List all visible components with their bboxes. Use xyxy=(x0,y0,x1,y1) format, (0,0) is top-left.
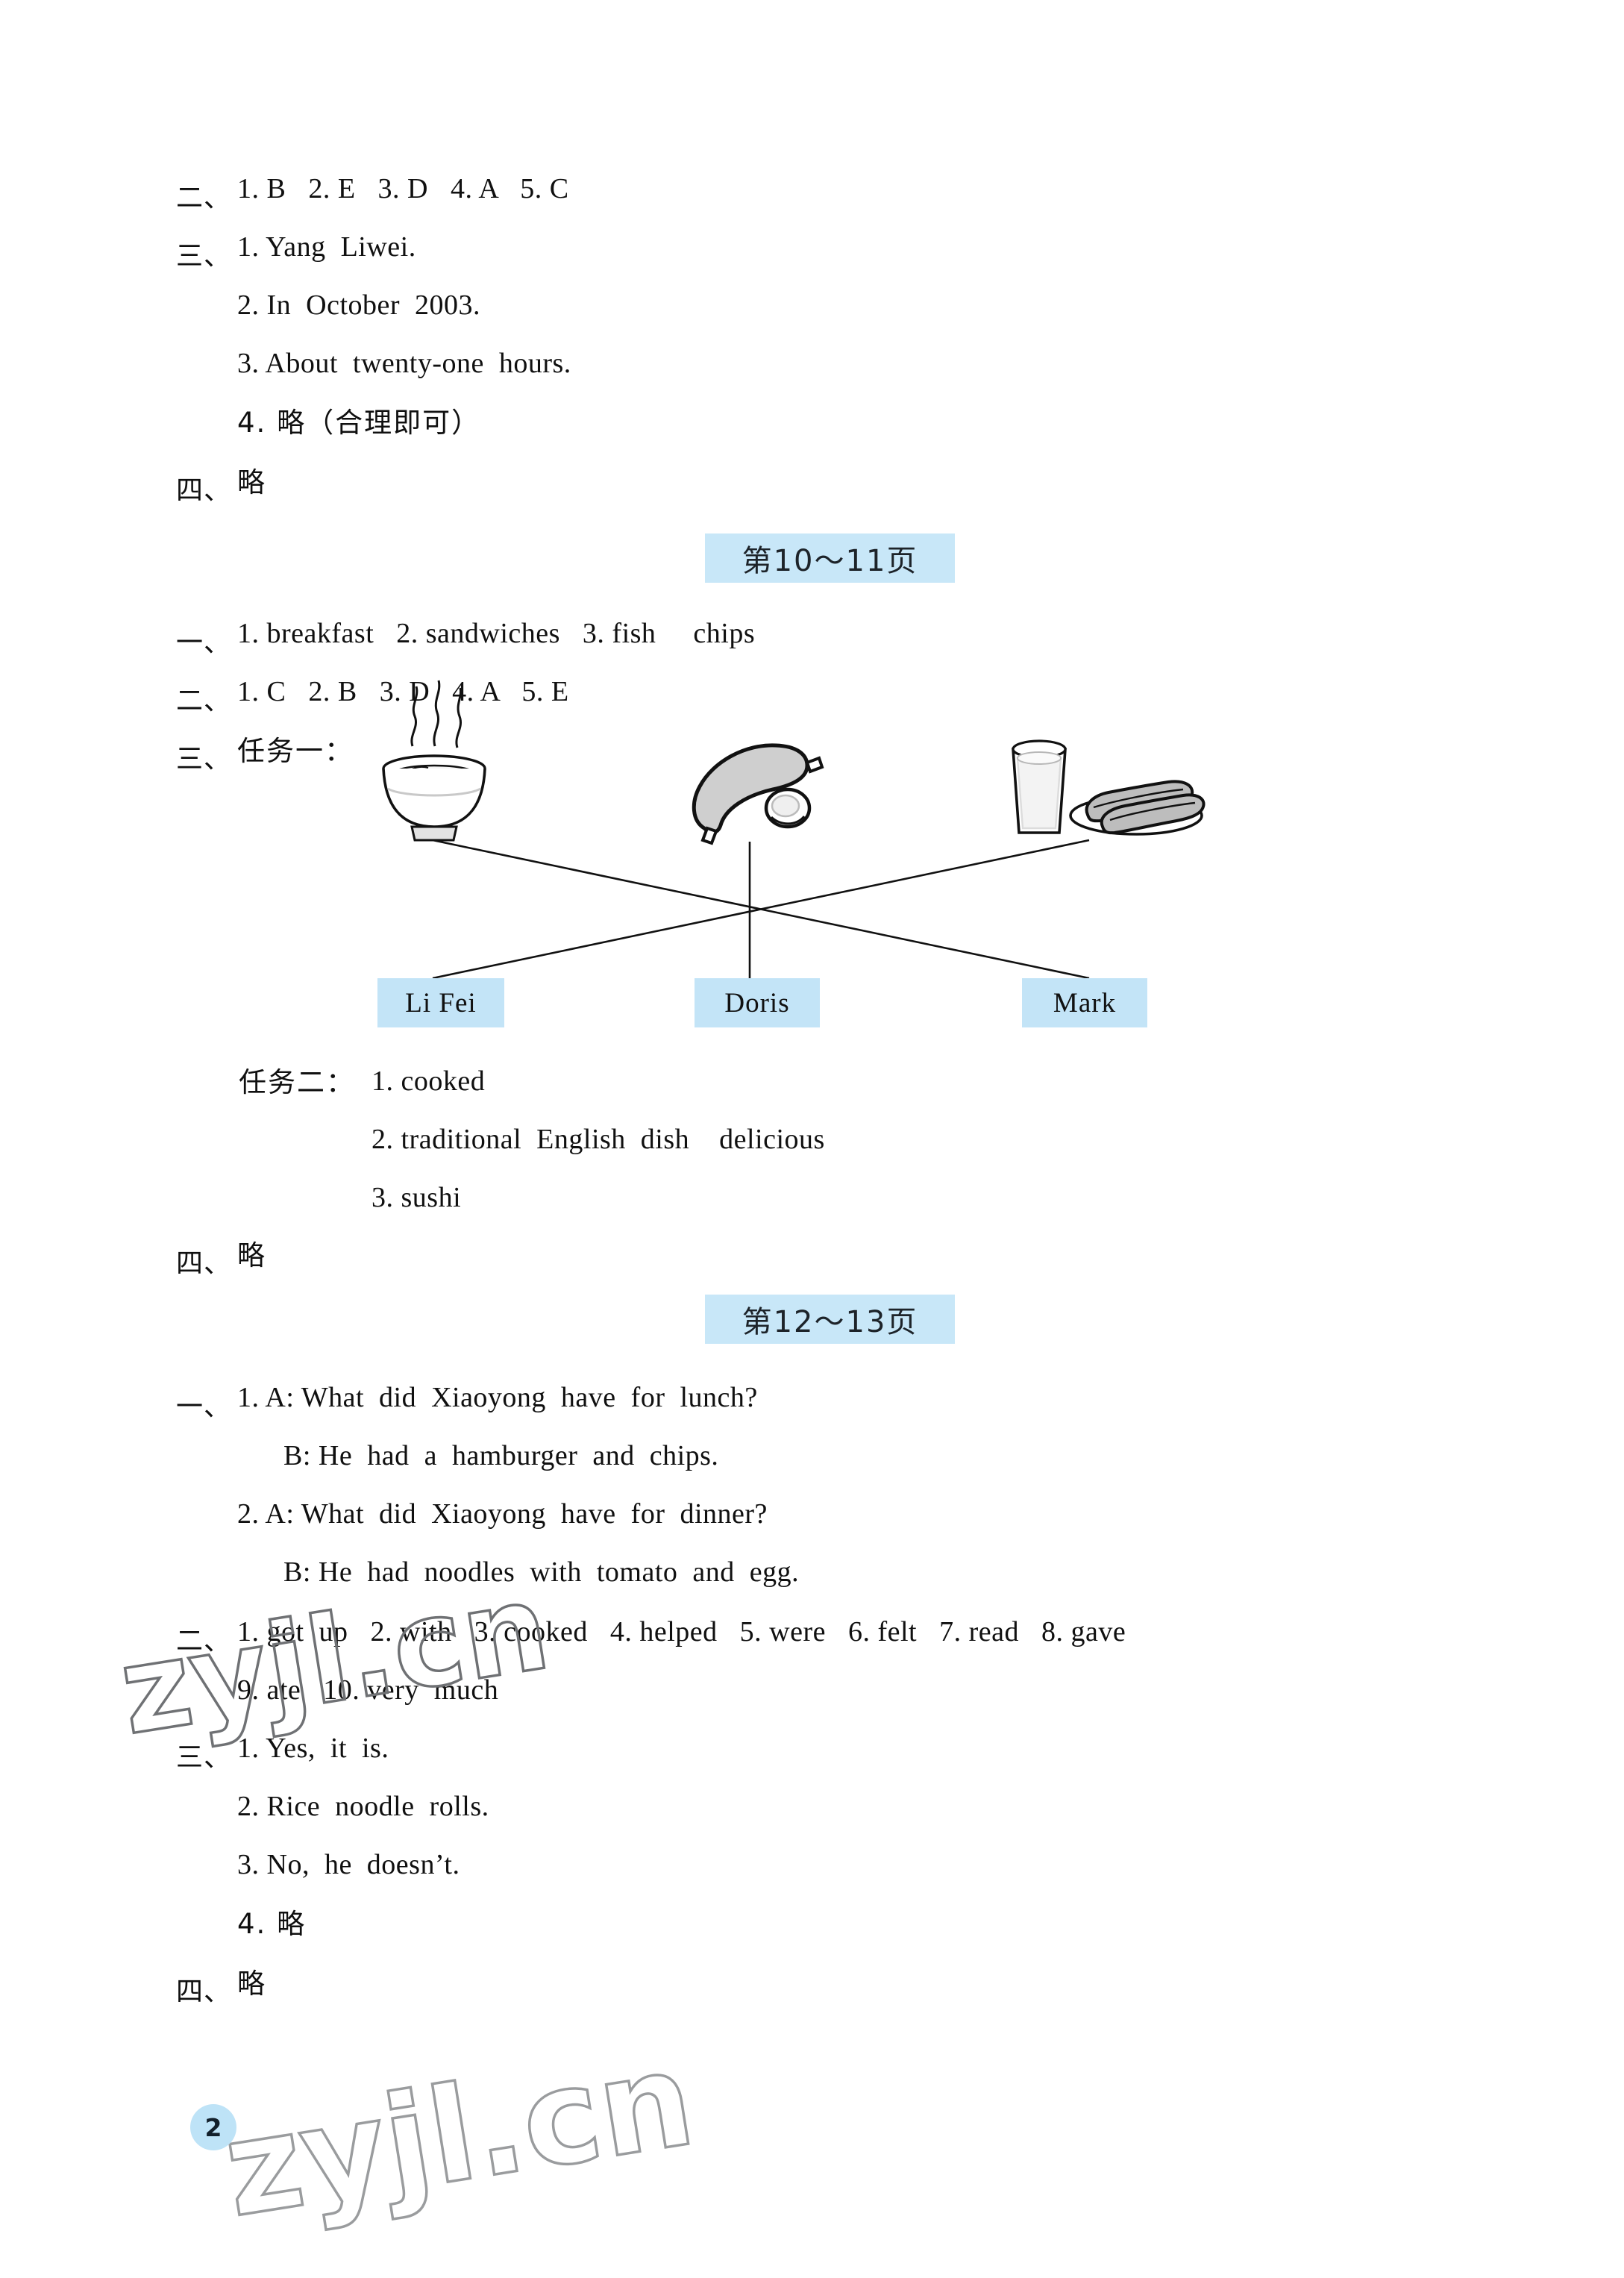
section-marker-4: 四、 xyxy=(176,475,232,506)
match-line-milk-to-lifei xyxy=(432,839,1090,980)
answer-line-10-11-2: 1. C 2. B 3. D 4. A 5. E xyxy=(237,676,569,707)
watermark-bottom: zyjl.cn xyxy=(213,2022,704,2248)
task-two-item-2: 2. traditional English dish delicious xyxy=(371,1124,825,1155)
section-marker-12-13-4: 四、 xyxy=(176,1977,232,2007)
answer-line-3-1: 1. Yang Liwei. xyxy=(237,231,416,263)
matching-lines xyxy=(432,839,1090,980)
milk-and-dough-sticks-icon xyxy=(1012,739,1206,836)
answer-line-12-13-3c: 3. No, he doesn’t. xyxy=(237,1849,460,1880)
page-heading-12-13: 第12～13页 xyxy=(705,1295,955,1344)
answer-line-12-13-1b: B: He had a hamburger and chips. xyxy=(283,1440,719,1471)
answer-line-3-2: 2. In October 2003. xyxy=(237,290,481,321)
answer-line-12-13-4: 略 xyxy=(237,1968,266,2000)
page-heading-10-11: 第10～11页 xyxy=(705,533,955,583)
page-number-bubble: 2 xyxy=(190,2104,236,2150)
answer-line-12-13-2a: 2. A: What did Xiaoyong have for dinner? xyxy=(237,1498,768,1530)
answer-line-10-11-1: 1. breakfast 2. sandwiches 3. fish chips xyxy=(237,618,756,649)
answer-line-4: 略 xyxy=(237,466,266,498)
section-marker-10-11-2: 二、 xyxy=(176,686,232,716)
section-marker-3: 三、 xyxy=(176,241,232,272)
answer-line-12-13-3d: 4. 略 xyxy=(237,1908,307,1940)
match-line-bowl-to-mark xyxy=(432,839,1090,980)
answer-key-page: 二、 1. B 2. E 3. D 4. A 5. C 三、 1. Yang L… xyxy=(0,0,1624,2278)
name-chip-mark: Mark xyxy=(1022,978,1147,1027)
answer-line-12-13-3b: 2. Rice noodle rolls. xyxy=(237,1791,489,1822)
task-one-label: 任务一： xyxy=(237,735,354,767)
answer-line-12-13-2b: B: He had noodles with tomato and egg. xyxy=(283,1556,800,1588)
section-marker-10-11-3: 三、 xyxy=(176,744,232,775)
name-chip-li-fei: Li Fei xyxy=(377,978,504,1027)
answer-line-12-13-1a: 1. A: What did Xiaoyong have for lunch? xyxy=(237,1382,758,1413)
task-two-label: 任务二： xyxy=(239,1066,355,1098)
section-marker-12-13-1: 一、 xyxy=(176,1392,232,1422)
section-marker-10-11-1: 一、 xyxy=(176,628,232,658)
section-marker-2: 二、 xyxy=(176,183,232,213)
answer-line-2: 1. B 2. E 3. D 4. A 5. C xyxy=(237,173,569,204)
sausage-and-egg-icon xyxy=(692,743,824,845)
answer-line-10-11-4: 略 xyxy=(237,1239,266,1271)
task-two-item-1: 1. cooked xyxy=(371,1066,486,1097)
answer-line-3-3: 3. About twenty-one hours. xyxy=(237,348,571,379)
task-two-item-3: 3. sushi xyxy=(371,1182,462,1213)
name-chip-doris: Doris xyxy=(695,978,820,1027)
section-marker-10-11-4: 四、 xyxy=(176,1248,232,1279)
answer-line-3-4: 4. 略（合理即可） xyxy=(237,407,481,439)
